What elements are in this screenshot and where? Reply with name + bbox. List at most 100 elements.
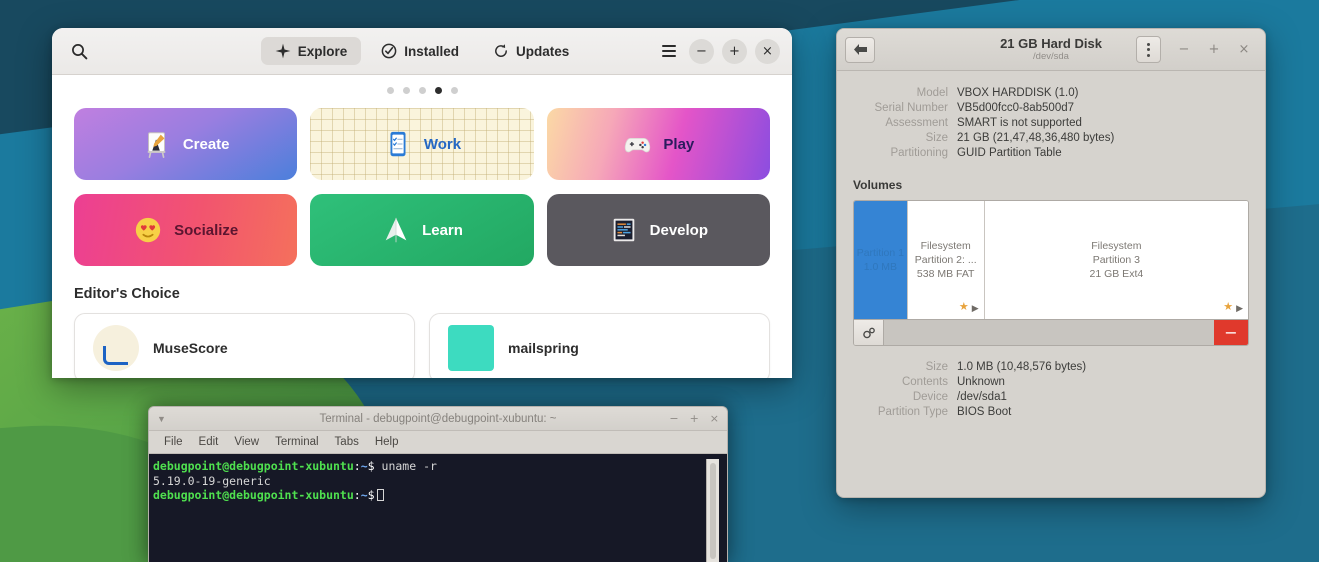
- category-tile-socialize[interactable]: Socialize: [74, 194, 298, 266]
- star-icon: ★: [1223, 301, 1234, 314]
- tab-installed[interactable]: Installed: [367, 37, 473, 65]
- software-maximize-button[interactable]: +: [722, 38, 747, 64]
- editors-choice-title: Editor's Choice: [74, 286, 180, 302]
- category-label-learn: Learn: [422, 221, 463, 239]
- partition-3-flags: ★ ▶: [1223, 300, 1243, 315]
- volumes-box: Partition 1 1.0 MB Filesystem Partition …: [853, 200, 1249, 346]
- volumes-label: Volumes: [853, 178, 903, 192]
- partition-3-line-2: Partition 3: [1092, 253, 1140, 266]
- terminal-titlebar: ▼ Terminal - debugpoint@debugpoint-xubun…: [149, 407, 727, 431]
- terminal-menubar: File Edit View Terminal Tabs Help: [149, 431, 727, 454]
- partition-1-line-2: 1.0 MB: [863, 261, 897, 273]
- terminal-minimize-button[interactable]: −: [669, 412, 678, 425]
- software-close-button[interactable]: ×: [755, 38, 780, 64]
- menu-file[interactable]: File: [164, 436, 183, 448]
- app-card-mailspring[interactable]: mailspring: [429, 313, 770, 378]
- delete-partition-button[interactable]: −: [1214, 320, 1248, 345]
- gnome-software-window[interactable]: Explore Installed Updates − + × Create W…: [52, 28, 792, 378]
- page-dot[interactable]: [450, 87, 458, 94]
- disk-details-table: Model VBOX HARDDISK (1.0) Serial Number …: [853, 85, 1249, 160]
- tab-explore[interactable]: Explore: [260, 37, 362, 65]
- vertical-dots-menu-icon[interactable]: [1136, 36, 1161, 63]
- hamburger-menu-icon[interactable]: [657, 39, 681, 63]
- disks-close-button[interactable]: ×: [1231, 37, 1257, 63]
- terminal-window-controls: − + ×: [669, 412, 719, 425]
- disks-minimize-button[interactable]: −: [1171, 37, 1197, 63]
- disks-body: Model VBOX HARDDISK (1.0) Serial Number …: [837, 71, 1265, 419]
- code-editor-icon: [613, 218, 634, 242]
- menu-edit[interactable]: Edit: [199, 436, 219, 448]
- category-tile-play[interactable]: Play: [546, 108, 770, 180]
- partition-detail-key: Size: [925, 360, 948, 373]
- search-icon-glyph: [71, 43, 87, 59]
- disks-maximize-button[interactable]: +: [1201, 37, 1227, 63]
- search-icon[interactable]: [64, 36, 94, 66]
- partition-2[interactable]: Filesystem Partition 2: ... 538 MB FAT ★…: [907, 201, 985, 319]
- menu-terminal[interactable]: Terminal: [275, 436, 318, 448]
- tab-explore-label: Explore: [297, 43, 348, 59]
- menu-help[interactable]: Help: [375, 436, 399, 448]
- page-dot[interactable]: [418, 87, 426, 94]
- detail-key: Partitioning: [890, 146, 948, 159]
- explore-star-icon: [275, 43, 291, 59]
- terminal-maximize-button[interactable]: +: [690, 412, 699, 425]
- gamepad-icon: [625, 138, 651, 153]
- prompt-user: debugpoint@debugpoint-xubuntu: [153, 488, 354, 503]
- terminal-line-prompt: debugpoint@debugpoint-xubuntu:~$: [153, 488, 706, 503]
- app-name-mailspring: mailspring: [508, 340, 579, 356]
- category-tile-create[interactable]: Create: [74, 108, 298, 180]
- menu-tabs[interactable]: Tabs: [335, 436, 359, 448]
- partition-detail-key: Partition Type: [877, 405, 948, 418]
- terminal-scrollbar[interactable]: [706, 459, 719, 562]
- partition-1[interactable]: Partition 1 1.0 MB: [854, 201, 908, 319]
- category-tile-learn[interactable]: Learn: [310, 194, 534, 266]
- disks-header-right: − + ×: [1136, 36, 1257, 63]
- table-row: Contents Unknown: [853, 374, 1249, 389]
- detail-value: 21 GB (21,47,48,36,480 bytes): [957, 131, 1115, 144]
- editors-choice-row: MuseScore mailspring: [74, 313, 770, 378]
- software-minimize-button[interactable]: −: [689, 38, 714, 64]
- terminal-lines: debugpoint@debugpoint-xubuntu:~$ uname -…: [153, 459, 706, 562]
- disks-headerbar: 21 GB Hard Disk /dev/sda − + ×: [837, 29, 1265, 71]
- table-row: Serial Number VB5d00fcc0-8ab500d7: [853, 100, 1249, 115]
- partition-2-line-2: Partition 2: ...: [914, 253, 977, 266]
- terminal-output: 5.19.0-19-generic: [153, 473, 271, 488]
- partition-3-line-3: 21 GB Ext4: [1089, 268, 1144, 281]
- category-tile-develop[interactable]: Develop: [546, 194, 770, 266]
- partition-2-flags: ★ ▶: [959, 300, 979, 315]
- gnome-disks-window[interactable]: 21 GB Hard Disk /dev/sda − + × Model VBO…: [836, 28, 1266, 498]
- partition-detail-value: /dev/sda1: [957, 390, 1007, 403]
- terminal-line-command: debugpoint@debugpoint-xubuntu:~$ uname -…: [153, 459, 706, 474]
- category-label-develop: Develop: [649, 221, 708, 239]
- back-arrow-icon[interactable]: [845, 36, 875, 63]
- desktop: Explore Installed Updates − + × Create W…: [0, 0, 1319, 562]
- tab-updates[interactable]: Updates: [479, 37, 583, 65]
- detail-value: GUID Partition Table: [957, 146, 1062, 159]
- category-tile-work[interactable]: Work: [310, 108, 534, 180]
- terminal-scrollbar-thumb[interactable]: [710, 463, 716, 559]
- partition-3[interactable]: Filesystem Partition 3 21 GB Ext4 ★ ▶: [984, 201, 1248, 319]
- xfce-terminal-window[interactable]: ▼ Terminal - debugpoint@debugpoint-xubun…: [148, 406, 728, 562]
- menu-view[interactable]: View: [234, 436, 259, 448]
- featured-page-dots: [74, 75, 770, 108]
- back-arrow-glyph: [853, 44, 867, 55]
- terminal-output-area[interactable]: debugpoint@debugpoint-xubuntu:~$ uname -…: [149, 454, 727, 562]
- page-dot[interactable]: [402, 87, 410, 94]
- updates-refresh-icon: [495, 44, 507, 57]
- volume-toolbar: −: [854, 319, 1248, 345]
- titlebar-menu-icon[interactable]: ▼: [157, 414, 166, 424]
- page-dot[interactable]: [386, 87, 394, 94]
- table-row: Size 21 GB (21,47,48,36,480 bytes): [853, 130, 1249, 145]
- category-label-play: Play: [663, 135, 695, 153]
- page-dot-active[interactable]: [434, 87, 442, 94]
- gear-settings-icon[interactable]: [854, 320, 884, 345]
- prompt-user: debugpoint@debugpoint-xubuntu: [153, 459, 354, 473]
- prompt-dollar: $: [367, 459, 375, 473]
- star-icon: ★: [958, 301, 969, 314]
- musescore-app-icon: [93, 325, 139, 371]
- partition-1-line-1: Partition 1: [856, 246, 904, 259]
- terminal-close-button[interactable]: ×: [710, 412, 719, 425]
- app-card-musescore[interactable]: MuseScore: [74, 313, 415, 378]
- terminal-command: uname -r: [374, 459, 437, 473]
- partition-detail-key: Contents: [901, 375, 948, 388]
